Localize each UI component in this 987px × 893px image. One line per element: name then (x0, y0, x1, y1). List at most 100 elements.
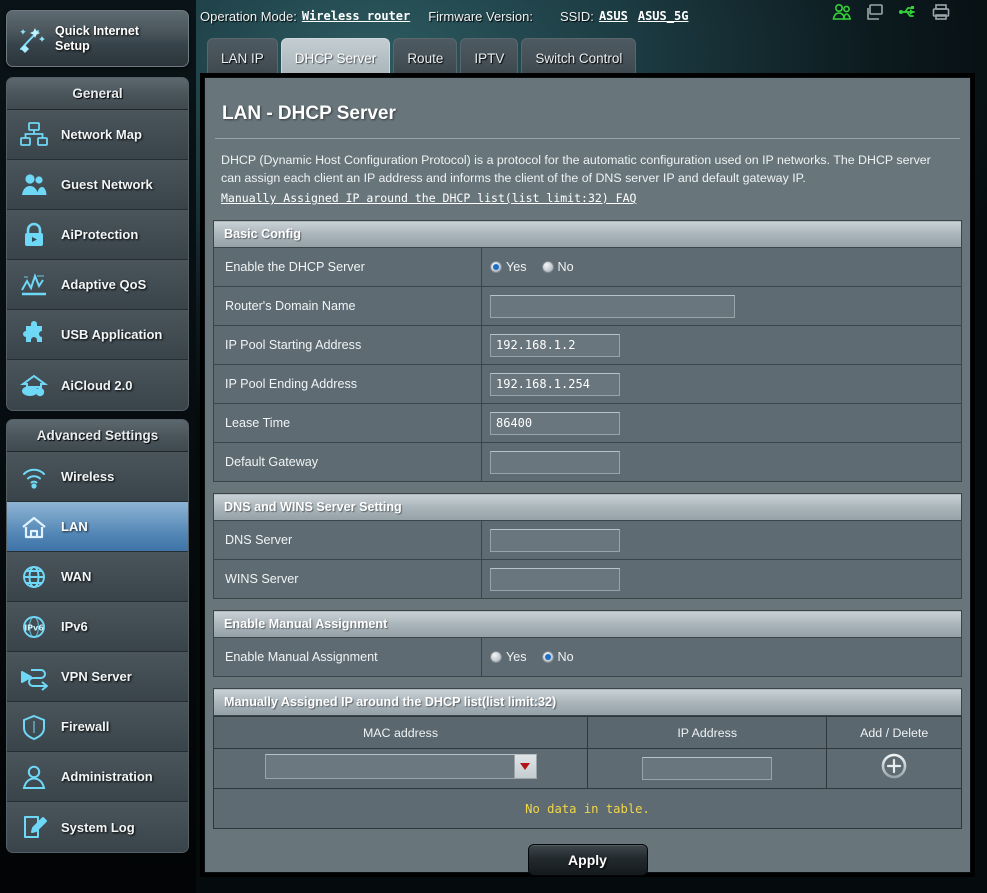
lease-time-input[interactable] (490, 411, 620, 435)
log-pencil-icon (7, 813, 61, 841)
apply-button[interactable]: Apply (527, 844, 648, 876)
tab-route[interactable]: Route (393, 38, 458, 77)
manual-assignment-radio-yes[interactable]: Yes (490, 650, 527, 664)
sidebar-item-label: USB Application (61, 327, 163, 342)
chart-qos-icon (7, 271, 61, 299)
radio-dot-icon (541, 651, 554, 663)
sidebar-item-vpn-server[interactable]: VPN Server (7, 652, 188, 702)
usb-icon[interactable] (898, 3, 918, 21)
user-icon (7, 763, 61, 791)
row-default-gateway: Default Gateway (213, 442, 962, 482)
table-empty-row: No data in table. (213, 788, 962, 829)
sidebar-item-wireless[interactable]: Wireless (7, 452, 188, 502)
tab-dhcp-server[interactable]: DHCP Server (280, 38, 391, 77)
section-header-label: DNS and WINS Server Setting (213, 493, 962, 521)
row-enable-manual-assignment: Enable Manual Assignment Yes No (213, 637, 962, 677)
globe-icon (7, 563, 61, 591)
dns-server-input[interactable] (490, 528, 620, 552)
sidebar-item-adaptive-qos[interactable]: Adaptive QoS (7, 260, 188, 310)
sidebar-item-firewall[interactable]: Firewall (7, 702, 188, 752)
row-value (481, 520, 962, 560)
top-status-bar: Operation Mode: Wireless router Firmware… (200, 0, 987, 32)
sidebar-item-label: System Log (61, 819, 135, 835)
operation-mode-value[interactable]: Wireless router (302, 9, 410, 23)
enable-dhcp-radio-yes[interactable]: Yes (490, 260, 527, 274)
wins-server-input[interactable] (490, 567, 620, 591)
page-description: DHCP (Dynamic Host Configuration Protoco… (213, 139, 962, 209)
sidebar-item-usb-application[interactable]: USB Application (7, 310, 188, 360)
manual-assignment-table: Enable Manual Assignment Enable Manual A… (213, 610, 962, 677)
sidebar-item-lan[interactable]: LAN (7, 502, 188, 552)
ssid-value-24ghz[interactable]: ASUS (599, 9, 628, 23)
sidebar-item-label: VPN Server (61, 669, 132, 684)
ssid-value-5ghz[interactable]: ASUS_5G (638, 9, 689, 23)
manual-assignment-radio-no[interactable]: No (541, 650, 574, 664)
empty-message: No data in table. (213, 788, 962, 829)
printer-icon[interactable] (931, 3, 951, 21)
basic-config-table: Basic Config Enable the DHCP Server Yes … (213, 220, 962, 482)
dns-wins-table: DNS and WINS Server Setting DNS Server W… (213, 493, 962, 599)
tab-iptv[interactable]: IPTV (460, 38, 519, 77)
radio-label: Yes (506, 650, 527, 664)
sidebar-item-system-log[interactable]: System Log (7, 802, 188, 852)
radio-label: No (557, 260, 574, 274)
guest-network-icon (7, 171, 61, 199)
manual-assignment-radio-group: Yes No (490, 650, 961, 664)
sidebar-group-advanced: Advanced Settings Wireless LAN WAN IPv6 … (6, 419, 189, 853)
row-value (481, 442, 962, 482)
sidebar-item-administration[interactable]: Administration (7, 752, 188, 802)
tab-lan-ip[interactable]: LAN IP (207, 38, 278, 77)
assigned-list-header-table: Manually Assigned IP around the DHCP lis… (213, 688, 962, 716)
table-header-row: MAC address IP Address Add / Delete (213, 716, 962, 749)
chevron-down-icon[interactable] (513, 754, 536, 778)
column-header-action: Add / Delete (826, 716, 962, 749)
sidebar-item-label: AiProtection (61, 227, 139, 242)
sidebar-item-label: Firewall (61, 719, 110, 734)
sidebar-item-ipv6[interactable]: IPv6 IPv6 (7, 602, 188, 652)
sidebar-item-label: Wireless (61, 469, 115, 484)
sidebar-item-aicloud[interactable]: AiCloud 2.0 (7, 360, 188, 410)
row-value (481, 559, 962, 599)
ip-address-input[interactable] (642, 757, 773, 780)
mac-address-select[interactable] (264, 753, 537, 779)
row-value: Yes No (481, 247, 962, 287)
router-domain-name-input[interactable] (490, 294, 735, 318)
enable-dhcp-radio-no[interactable]: No (541, 260, 574, 274)
row-value (481, 364, 962, 404)
ip-pool-ending-address-input[interactable] (490, 372, 620, 396)
ip-pool-starting-address-input[interactable] (490, 333, 620, 357)
plus-circle-icon[interactable] (881, 753, 907, 779)
section-header-label: Manually Assigned IP around the DHCP lis… (213, 688, 962, 716)
radio-dot-icon (541, 261, 554, 273)
radio-label: No (557, 650, 574, 664)
description-line-1: DHCP (Dynamic Host Configuration Protoco… (221, 153, 931, 167)
sidebar-item-guest-network[interactable]: Guest Network (7, 160, 188, 210)
guest-users-icon[interactable] (832, 3, 852, 21)
row-wins-server: WINS Server (213, 559, 962, 599)
cell-mac-address (213, 748, 588, 789)
faq-link[interactable]: Manually Assigned IP around the DHCP lis… (221, 189, 636, 207)
operation-mode-label: Operation Mode: (200, 8, 297, 24)
sidebar-item-label: IPv6 (61, 619, 88, 634)
row-label: Enable Manual Assignment (213, 637, 482, 677)
sidebar-item-aiprotection[interactable]: AiProtection (7, 210, 188, 260)
default-gateway-input[interactable] (490, 450, 620, 474)
section-header-label: Basic Config (213, 220, 962, 248)
sidebar-item-label: WAN (61, 569, 92, 584)
shield-icon (7, 713, 61, 741)
network-clients-icon[interactable] (865, 3, 885, 21)
firmware-version-label: Firmware Version: (428, 8, 533, 24)
row-label: IP Pool Ending Address (213, 364, 482, 404)
section-header-label: Enable Manual Assignment (213, 610, 962, 638)
section-header-dns-wins: DNS and WINS Server Setting (213, 493, 962, 521)
tab-switch-control[interactable]: Switch Control (521, 38, 637, 77)
puzzle-icon (7, 320, 61, 349)
row-enable-dhcp-server: Enable the DHCP Server Yes No (213, 247, 962, 287)
sidebar-item-network-map[interactable]: Network Map (7, 110, 188, 160)
row-value (481, 286, 962, 326)
quick-internet-setup-button[interactable]: Quick Internet Setup (6, 10, 189, 67)
row-label: Default Gateway (213, 442, 482, 482)
lock-shield-icon (7, 221, 61, 249)
sidebar-item-wan[interactable]: WAN (7, 552, 188, 602)
page-title: LAN - DHCP Server (215, 86, 960, 139)
